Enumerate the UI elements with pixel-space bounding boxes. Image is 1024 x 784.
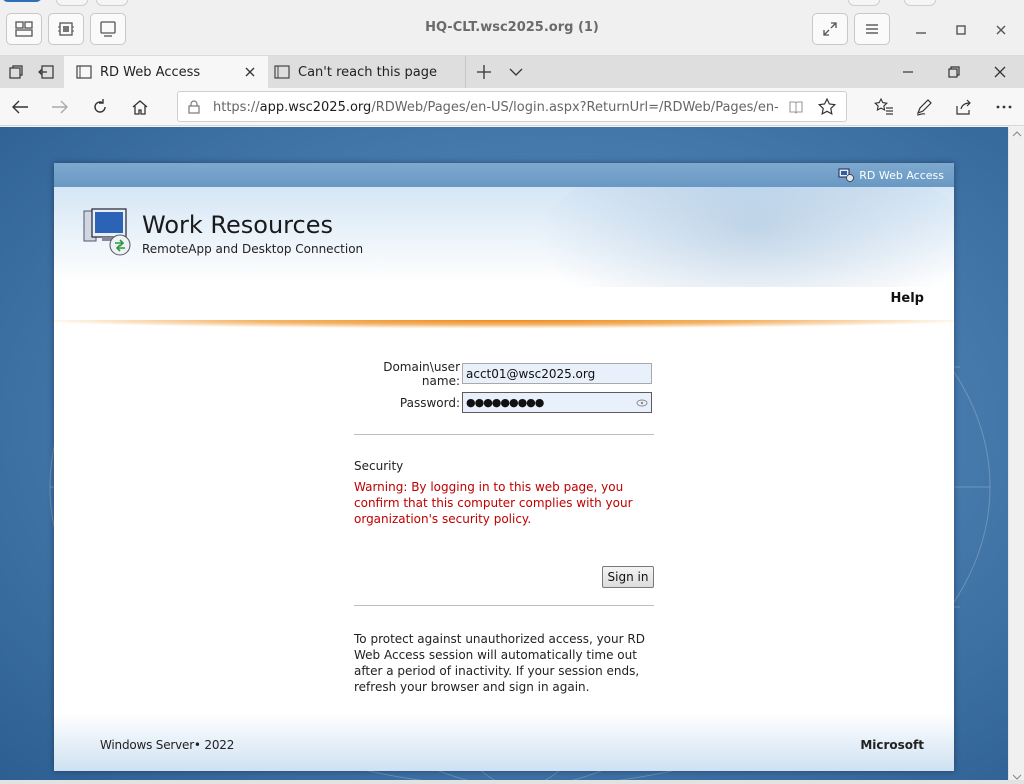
expand-icon (823, 22, 837, 36)
orange-divider (54, 320, 954, 328)
microsoft-brand: Microsoft (860, 738, 924, 752)
browser-nav-bar: https://app.wsc2025.org/RDWeb/Pages/en-U… (0, 88, 1024, 126)
browser-restore-button[interactable] (944, 62, 964, 82)
browser-tab-strip: RD Web Access Can't reach this page (0, 56, 1024, 88)
reveal-password-icon[interactable] (636, 399, 648, 407)
windows-server-brand: Windows Server• 2022 (100, 738, 235, 752)
vm-peek-tab[interactable] (96, 0, 128, 6)
close-icon (994, 66, 1006, 78)
share-button[interactable] (952, 95, 976, 119)
vm-peek-tab[interactable] (848, 0, 880, 6)
favorite-star-icon[interactable] (818, 98, 836, 116)
username-field[interactable]: acct01@wsc2025.org (462, 363, 652, 384)
hamburger-icon (866, 24, 878, 34)
browser-close-button[interactable] (990, 62, 1010, 82)
vertical-scrollbar[interactable] (1008, 127, 1024, 784)
vm-maximize-button[interactable] (947, 16, 975, 44)
close-tab-icon[interactable] (244, 66, 256, 78)
page-subtitle: RemoteApp and Desktop Connection (142, 242, 364, 256)
vm-title-bar: HQ-CLT.wsc2025.org (1) (0, 0, 1024, 56)
ellipsis-icon (996, 105, 1012, 109)
favorites-hub-button[interactable] (872, 95, 896, 119)
url-domain: app.wsc2025.org (259, 100, 372, 115)
page-icon (274, 65, 290, 79)
forward-arrow-icon (52, 100, 68, 114)
lock-icon (188, 100, 200, 114)
rd-small-icon (838, 168, 855, 182)
vm-peek-tab-active[interactable] (2, 0, 42, 2)
back-button[interactable] (8, 95, 32, 119)
new-tab-button[interactable] (474, 62, 494, 82)
panel-top-text: RD Web Access (859, 168, 944, 182)
scroll-up-arrow-icon[interactable] (1012, 130, 1022, 138)
bottom-edge-strip (0, 780, 1024, 784)
tab-list-button[interactable] (506, 62, 526, 82)
pen-icon (916, 99, 932, 116)
vm-fullscreen-button[interactable] (812, 13, 848, 45)
refresh-icon (94, 99, 106, 113)
home-button[interactable] (128, 95, 152, 119)
more-button[interactable] (992, 95, 1016, 119)
refresh-button[interactable] (88, 95, 112, 119)
rd-web-access-panel: RD Web Access Work Resources RemoteApp a… (54, 163, 954, 771)
security-heading: Security (354, 459, 404, 473)
url-text[interactable]: https://app.wsc2025.org/RDWeb/Pages/en-U… (213, 100, 778, 115)
home-icon (132, 100, 148, 115)
tab-label: RD Web Access (100, 64, 201, 80)
set-tabs-aside-icon[interactable] (36, 62, 56, 82)
address-bar[interactable]: https://app.wsc2025.org/RDWeb/Pages/en-U… (177, 91, 847, 122)
panel-top-bar: RD Web Access (54, 163, 954, 187)
web-note-button[interactable] (912, 95, 936, 119)
tab-label: Can't reach this page (298, 64, 437, 80)
form-divider-bottom (354, 605, 654, 606)
vm-minimize-button[interactable] (907, 16, 935, 44)
back-arrow-icon (12, 100, 28, 114)
vm-peek-tab[interactable] (56, 0, 88, 6)
chevron-down-icon (509, 68, 523, 76)
panel-footer: Windows Server• 2022 Microsoft (54, 713, 954, 771)
maximize-icon (956, 25, 966, 35)
page-icon (76, 65, 92, 79)
close-icon (996, 25, 1006, 35)
vm-close-button[interactable] (987, 16, 1015, 44)
tab-cant-reach[interactable]: Can't reach this page (268, 56, 466, 88)
page-title: Work Resources (142, 211, 333, 239)
url-prefix: https:// (213, 100, 260, 115)
vm-menu-button[interactable] (854, 13, 890, 45)
form-divider-top (354, 434, 654, 435)
plus-icon (477, 65, 491, 79)
username-label: Domain\user name: (383, 360, 460, 388)
remote-desktop-logo-icon (83, 208, 131, 256)
vm-peek-tab[interactable] (904, 0, 936, 6)
password-mask: ●●●●●●●●● (466, 396, 544, 409)
share-icon (956, 99, 971, 115)
panel-top-label: RD Web Access (838, 168, 944, 182)
url-path: /RDWeb/Pages/en-US/login.aspx?ReturnUrl=… (371, 100, 778, 115)
security-warning: Warning: By logging in to this web page,… (354, 480, 633, 526)
password-row: Password: (354, 392, 460, 414)
forward-button[interactable] (48, 95, 72, 119)
reading-view-icon[interactable] (788, 100, 804, 114)
browser-minimize-button[interactable] (898, 62, 918, 82)
password-field[interactable]: ●●●●●●●●● (462, 392, 652, 413)
tab-actions-icon[interactable] (6, 62, 26, 82)
header-banner: Work Resources RemoteApp and Desktop Con… (54, 187, 954, 287)
timeout-notice: To protect against unauthorized access, … (354, 632, 645, 694)
minimize-icon (903, 71, 913, 73)
minimize-icon (916, 32, 926, 34)
password-label: Password: (399, 396, 460, 410)
banner-globe (534, 187, 954, 287)
favorites-list-icon (874, 98, 893, 115)
help-link[interactable]: Help (891, 291, 924, 306)
tab-rd-web-access[interactable]: RD Web Access (64, 56, 268, 88)
restore-icon (948, 66, 960, 78)
sign-in-button[interactable]: Sign in (602, 566, 654, 588)
username-row: Domain\user name: (354, 360, 460, 388)
page-viewport: RD Web Access Work Resources RemoteApp a… (0, 127, 1008, 784)
